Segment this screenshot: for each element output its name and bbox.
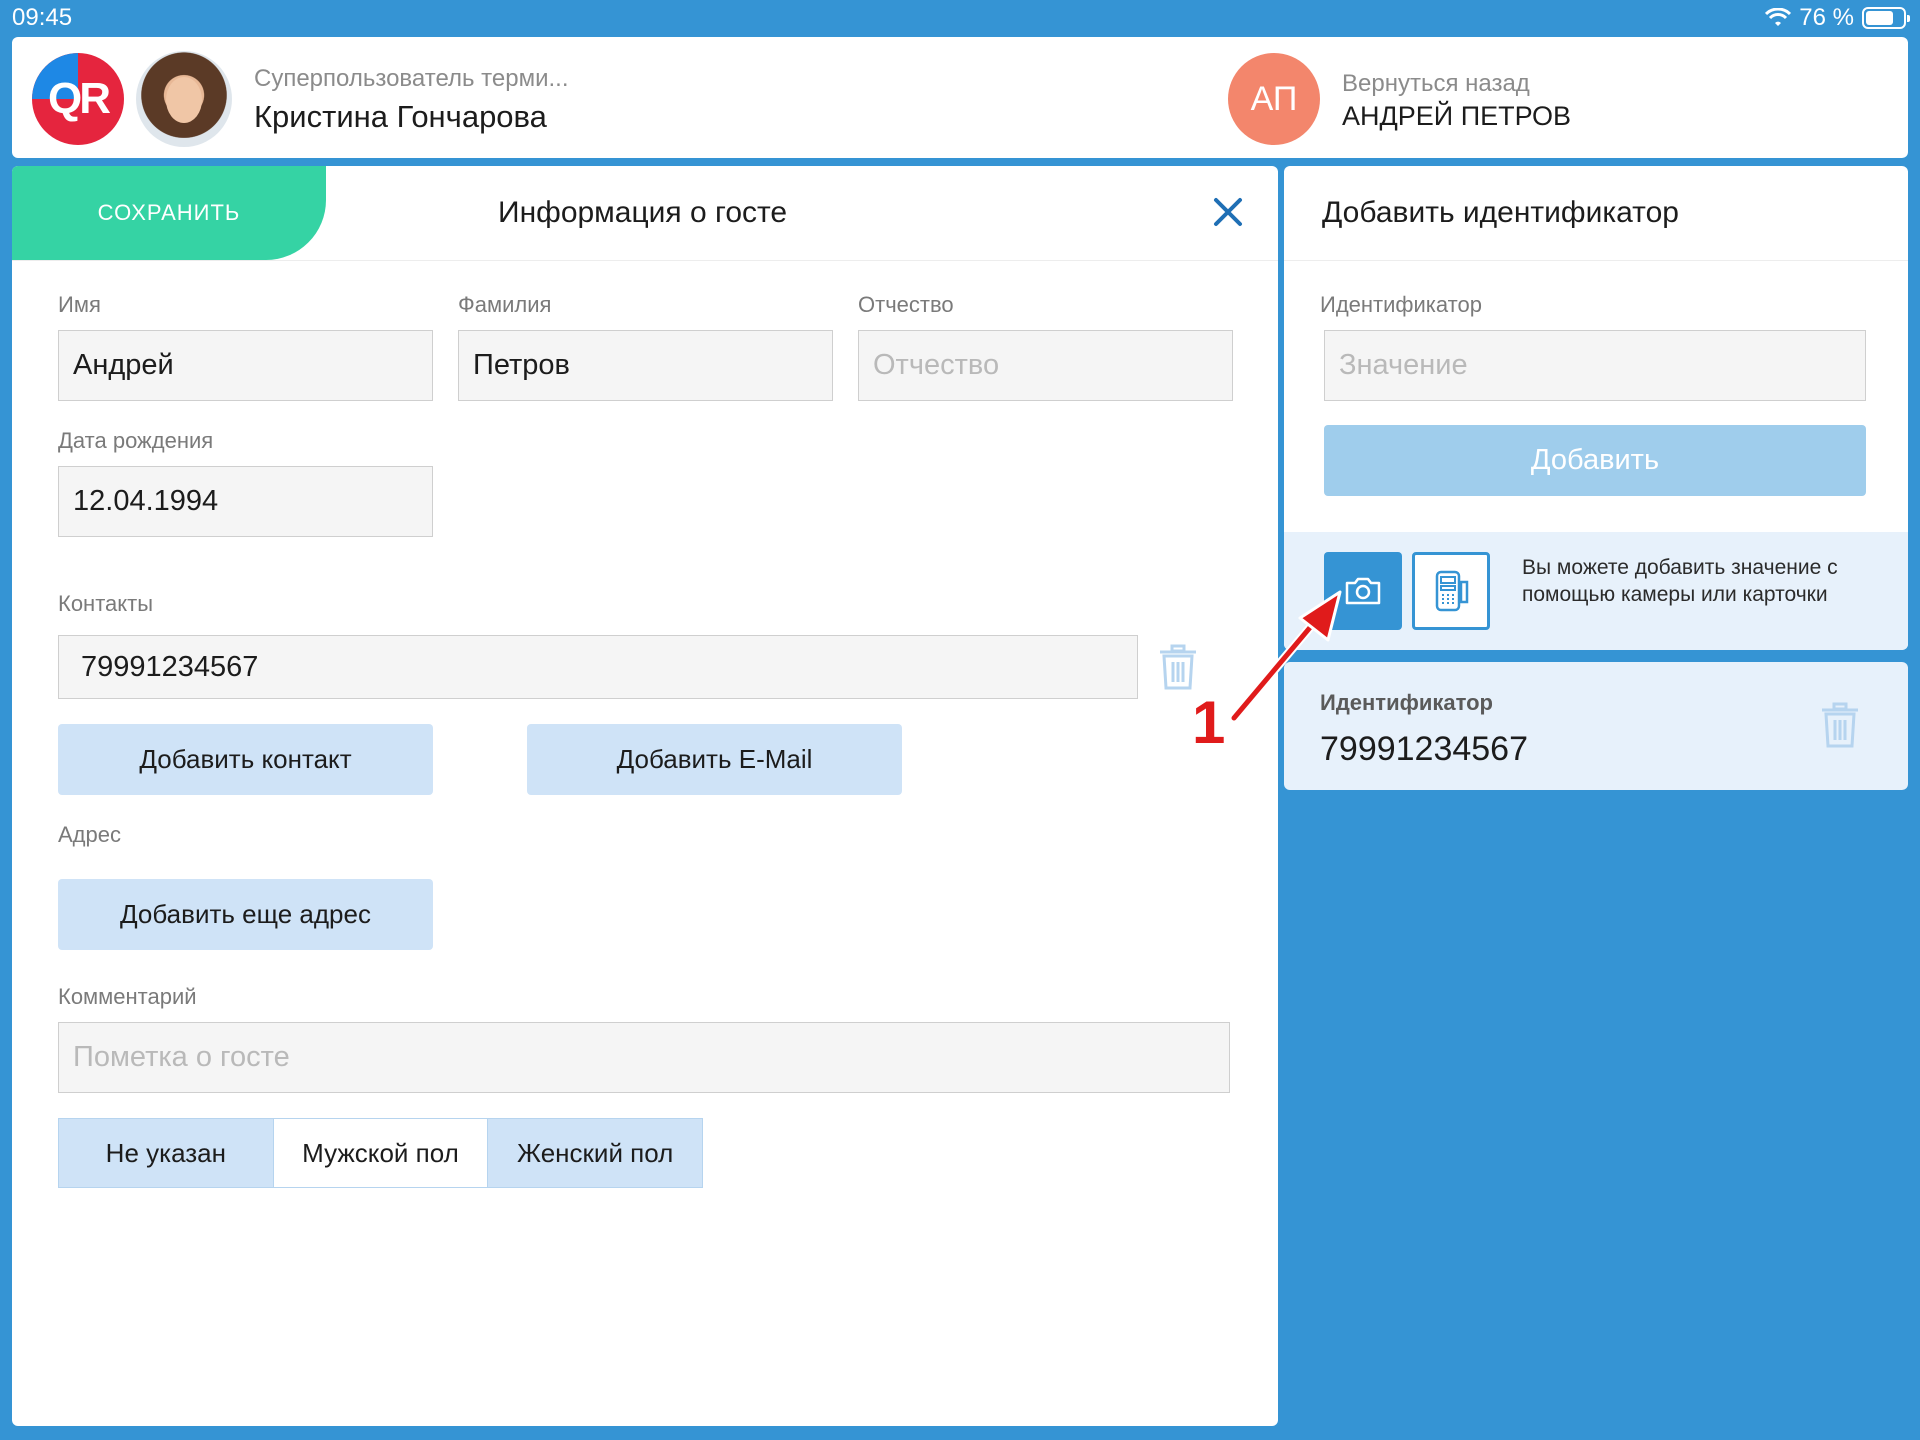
gender-option-female[interactable]: Женский пол — [488, 1119, 703, 1187]
gender-option-unspecified[interactable]: Не указан — [59, 1119, 274, 1187]
annotation-number: 1 — [1192, 689, 1226, 756]
header-bar: QR Суперпользователь терми... Кристина Г… — [12, 37, 1908, 158]
guest-name: АНДРЕЙ ПЕТРОВ — [1342, 101, 1572, 131]
user-role: Суперпользователь терми... — [254, 65, 569, 92]
add-identifier-button[interactable]: Добавить — [1324, 425, 1866, 496]
first-name-label: Имя — [58, 292, 101, 317]
battery-text: 76 % — [1799, 4, 1854, 31]
identifier-card: Идентификатор 79991234567 — [1284, 662, 1908, 790]
gender-option-male[interactable]: Мужской пол — [273, 1119, 489, 1187]
patronymic-input[interactable]: Отчество — [858, 330, 1233, 401]
first-name-input[interactable]: Андрей — [58, 330, 433, 401]
trash-icon[interactable] — [1818, 702, 1862, 748]
status-time: 09:45 — [12, 4, 73, 31]
trash-icon[interactable] — [1156, 644, 1200, 690]
wifi-icon — [1765, 8, 1792, 26]
logo-text: QR — [48, 74, 111, 123]
identifier-label: Идентификатор — [1320, 292, 1482, 317]
contact-phone-input[interactable]: 79991234567 — [58, 635, 1138, 699]
patronymic-label: Отчество — [858, 292, 954, 317]
last-name-input[interactable]: Петров — [458, 330, 833, 401]
last-name-label: Фамилия — [458, 292, 552, 317]
identifier-input[interactable]: Значение — [1324, 330, 1866, 401]
add-address-button[interactable]: Добавить еще адрес — [58, 879, 433, 950]
guest-info-panel: СОХРАНИТЬ Информация о госте Имя Андрей … — [12, 166, 1278, 1426]
add-contact-button[interactable]: Добавить контакт — [58, 724, 433, 795]
contacts-label: Контакты — [58, 591, 154, 616]
status-indicators: 76 % — [1765, 4, 1910, 32]
close-icon[interactable] — [1208, 192, 1248, 232]
back-link[interactable]: Вернуться назад — [1342, 70, 1530, 98]
annotation-arrow-icon — [1230, 590, 1342, 723]
save-button[interactable]: СОХРАНИТЬ — [12, 166, 326, 260]
battery-icon — [1862, 7, 1910, 29]
scan-hint-box: Вы можете добавить значение с помощью ка… — [1284, 532, 1908, 650]
scan-hint-text: Вы можете добавить значение с помощью ка… — [1522, 556, 1838, 606]
guest-avatar[interactable]: АП — [1228, 53, 1320, 145]
card-reader-button[interactable] — [1412, 552, 1490, 630]
gender-toggle: Не указан Мужской пол Женский пол — [58, 1118, 703, 1188]
comment-label: Комментарий — [58, 984, 197, 1009]
birth-date-label: Дата рождения — [58, 428, 214, 453]
add-email-button[interactable]: Добавить E-Mail — [527, 724, 902, 795]
card-reader-icon — [1435, 570, 1469, 612]
identifier-panel: Добавить идентификатор Идентификатор Зна… — [1284, 166, 1908, 650]
identifier-panel-title: Добавить идентификатор — [1322, 196, 1679, 229]
qr-logo-icon[interactable]: QR — [32, 53, 124, 145]
user-avatar[interactable] — [136, 51, 232, 147]
divider — [1284, 260, 1908, 261]
birth-date-input[interactable]: 12.04.1994 — [58, 466, 433, 537]
divider — [12, 260, 1278, 261]
user-name: Кристина Гончарова — [254, 99, 547, 134]
identifier-card-value: 79991234567 — [1320, 730, 1529, 768]
address-label: Адрес — [58, 822, 121, 847]
comment-input[interactable]: Пометка о госте — [58, 1022, 1230, 1093]
panel-title: Информация о госте — [498, 196, 788, 229]
